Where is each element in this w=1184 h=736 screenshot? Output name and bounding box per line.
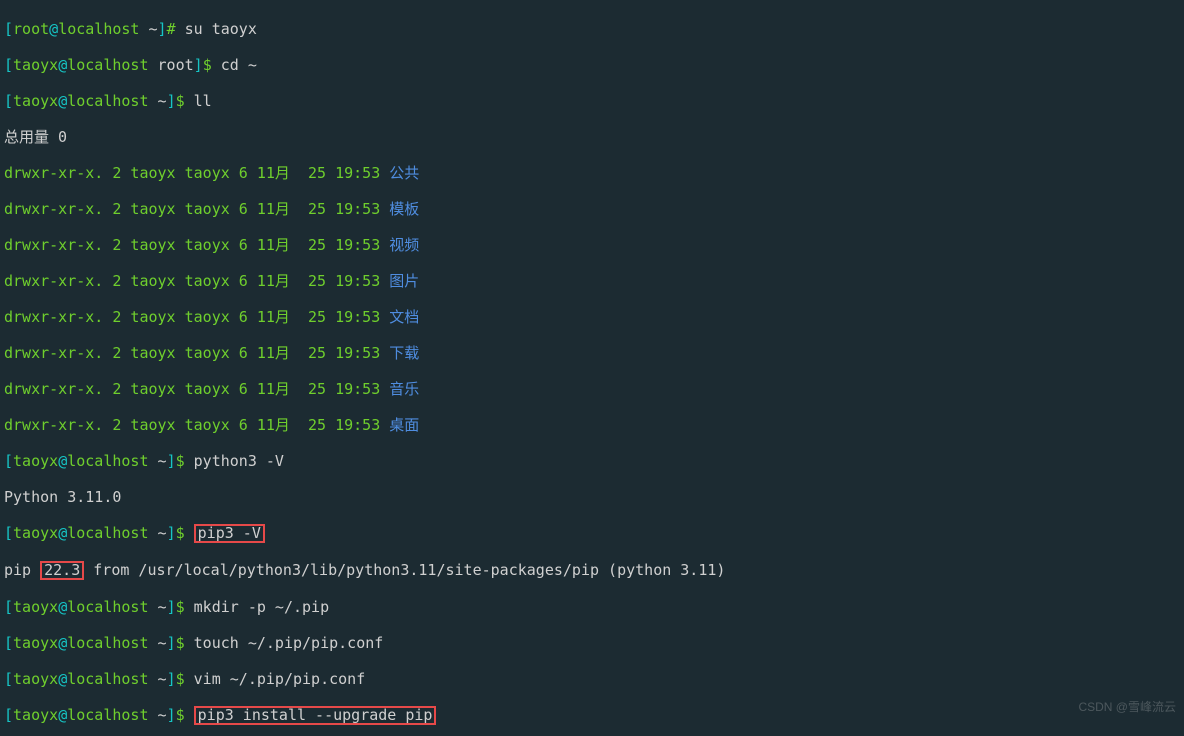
ls-row: drwxr-xr-x. 2 taoyx taoyx 6 11月 25 19:53… <box>4 380 1180 398</box>
highlight-pip-ver: 22.3 <box>40 561 84 580</box>
ls-row: drwxr-xr-x. 2 taoyx taoyx 6 11月 25 19:53… <box>4 236 1180 254</box>
line-cd: [taoyx@localhost root]$ cd ~ <box>4 56 1180 74</box>
line-pip-v: [taoyx@localhost ~]$ pip3 -V <box>4 524 1180 543</box>
out-python-v: Python 3.11.0 <box>4 488 1180 506</box>
line-upgrade: [taoyx@localhost ~]$ pip3 install --upgr… <box>4 706 1180 725</box>
line-python-v: [taoyx@localhost ~]$ python3 -V <box>4 452 1180 470</box>
ls-row: drwxr-xr-x. 2 taoyx taoyx 6 11月 25 19:53… <box>4 344 1180 362</box>
line-touch: [taoyx@localhost ~]$ touch ~/.pip/pip.co… <box>4 634 1180 652</box>
ls-row: drwxr-xr-x. 2 taoyx taoyx 6 11月 25 19:53… <box>4 164 1180 182</box>
ls-row: drwxr-xr-x. 2 taoyx taoyx 6 11月 25 19:53… <box>4 416 1180 434</box>
line-vim: [taoyx@localhost ~]$ vim ~/.pip/pip.conf <box>4 670 1180 688</box>
ls-row: drwxr-xr-x. 2 taoyx taoyx 6 11月 25 19:53… <box>4 308 1180 326</box>
line-ll: [taoyx@localhost ~]$ ll <box>4 92 1180 110</box>
highlight-pip-v: pip3 -V <box>194 524 265 543</box>
ls-row: drwxr-xr-x. 2 taoyx taoyx 6 11月 25 19:53… <box>4 200 1180 218</box>
ls-row: drwxr-xr-x. 2 taoyx taoyx 6 11月 25 19:53… <box>4 272 1180 290</box>
terminal[interactable]: [root@localhost ~]# su taoyx [taoyx@loca… <box>0 0 1184 736</box>
out-pip-v: pip 22.3 from /usr/local/python3/lib/pyt… <box>4 561 1180 580</box>
ll-header: 总用量 0 <box>4 128 1180 146</box>
line-mkdir: [taoyx@localhost ~]$ mkdir -p ~/.pip <box>4 598 1180 616</box>
watermark: CSDN @雪峰流云 <box>1078 698 1176 716</box>
line-su: [root@localhost ~]# su taoyx <box>4 20 1180 38</box>
highlight-upgrade: pip3 install --upgrade pip <box>194 706 437 725</box>
